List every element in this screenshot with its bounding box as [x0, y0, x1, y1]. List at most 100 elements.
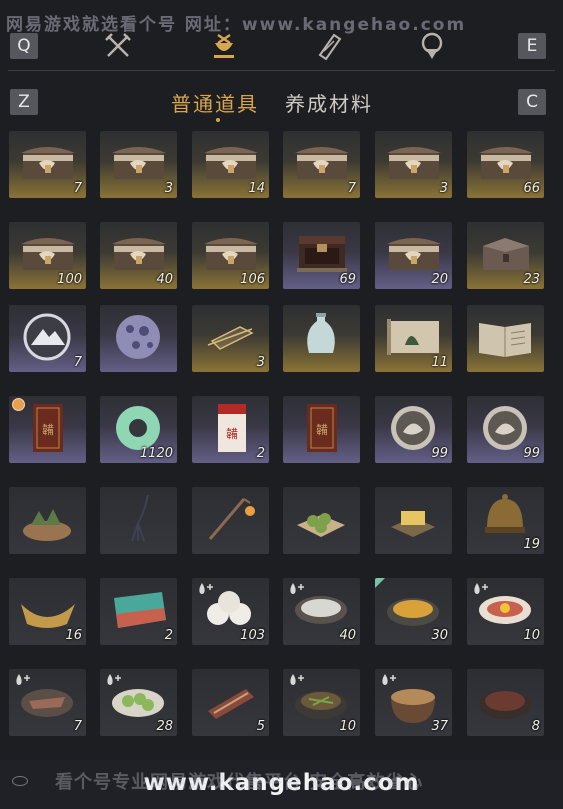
golden-cake-icon — [383, 493, 444, 545]
inventory-slot[interactable] — [283, 487, 360, 554]
inventory-slot[interactable]: 2 — [100, 578, 177, 645]
inventory-slot[interactable]: 7 — [9, 669, 86, 736]
item-count: 19 — [523, 537, 540, 552]
item-count: 7 — [73, 719, 82, 734]
inventory-slot[interactable]: 3 — [375, 131, 452, 198]
inventory-slot[interactable] — [192, 487, 269, 554]
item-count: 3 — [164, 181, 173, 196]
rainbow-stone-icon — [108, 584, 169, 636]
water-drop-icon — [196, 581, 216, 595]
watermark-top: 网易游戏就选看个号 网址：www.kangehao.com — [6, 15, 467, 35]
inventory-slot[interactable]: 韛2 — [192, 396, 269, 463]
water-drop-icon — [104, 672, 124, 686]
item-count: 1120 — [139, 446, 173, 461]
inventory-slot[interactable] — [100, 487, 177, 554]
item-count: 7 — [73, 181, 82, 196]
inventory-slot[interactable] — [375, 487, 452, 554]
inventory-slot[interactable]: 3 — [100, 131, 177, 198]
mountain-emblem-icon — [17, 311, 78, 363]
item-count: 40 — [339, 628, 356, 643]
inventory-slot[interactable]: 20 — [375, 222, 452, 289]
water-drop-icon — [287, 581, 307, 595]
inventory-slot[interactable]: 10 — [467, 578, 544, 645]
nav-divider — [8, 70, 555, 71]
inventory-slot[interactable]: 3 — [192, 305, 269, 372]
inventory-slot[interactable]: 37 — [375, 669, 452, 736]
inventory-slot[interactable]: 23 — [467, 222, 544, 289]
inventory-slot[interactable]: 103 — [192, 578, 269, 645]
item-count: 11 — [431, 355, 448, 370]
item-count: 106 — [240, 272, 265, 287]
inventory-slot[interactable]: 韛 — [283, 396, 360, 463]
svg-text:韛: 韛 — [42, 423, 54, 437]
item-count: 23 — [523, 272, 540, 287]
item-count: 8 — [531, 719, 540, 734]
item-count: 2 — [164, 628, 173, 643]
treasure-chest-icon — [383, 137, 444, 189]
water-drop-icon — [287, 672, 307, 686]
inventory-slot[interactable] — [9, 487, 86, 554]
item-count: 40 — [156, 272, 173, 287]
inventory-slot[interactable]: 99 — [467, 396, 544, 463]
watermark-bottom-sub: 看个号专业网易游戏代售平台 安全高效省心 — [55, 772, 424, 793]
water-drop-icon — [379, 672, 399, 686]
water-drop-icon — [471, 581, 491, 595]
item-count: 37 — [431, 719, 448, 734]
inventory-slot[interactable]: 28 — [100, 669, 177, 736]
red-envelope-white-icon: 韛 — [200, 402, 261, 454]
inventory-slot[interactable]: 66 — [467, 131, 544, 198]
item-count: 30 — [431, 628, 448, 643]
treasure-chest-icon — [108, 137, 169, 189]
item-count: 7 — [73, 355, 82, 370]
inventory-slot[interactable] — [100, 305, 177, 372]
inventory-slot[interactable]: 100 — [9, 222, 86, 289]
inventory-slot[interactable]: 16 — [9, 578, 86, 645]
inventory-slot[interactable]: 7 — [9, 131, 86, 198]
crystal-orb-icon — [108, 311, 169, 363]
inventory-slot[interactable] — [283, 305, 360, 372]
item-count: 3 — [439, 181, 448, 196]
water-drop-icon — [13, 672, 33, 686]
inventory-slot[interactable]: 5 — [192, 669, 269, 736]
eye-icon — [12, 776, 28, 786]
green-dumplings-icon — [291, 493, 352, 545]
item-count: 103 — [240, 628, 265, 643]
crossed-swords-icon[interactable] — [102, 30, 134, 62]
svg-text:韛: 韛 — [316, 423, 328, 437]
new-marker-icon — [375, 578, 385, 588]
inventory-slot[interactable]: 10 — [283, 669, 360, 736]
inventory-slot[interactable]: 40 — [283, 578, 360, 645]
badge-icon[interactable] — [416, 30, 448, 62]
item-count: 28 — [156, 719, 173, 734]
inventory-slot[interactable]: 30 — [375, 578, 452, 645]
inventory-slot[interactable]: 99 — [375, 396, 452, 463]
watermark-bottom: 看个号专业网易游戏代售平台 安全高效省心 www.kangehao.com — [0, 760, 563, 809]
inventory-slot[interactable]: 7 — [283, 131, 360, 198]
inventory-slot[interactable]: 1120 — [100, 396, 177, 463]
item-count: 100 — [57, 272, 82, 287]
red-envelope-card-icon: 韛 — [17, 402, 78, 454]
inventory-slot[interactable]: 106 — [192, 222, 269, 289]
inventory-slot[interactable]: 69 — [283, 222, 360, 289]
inventory-slot[interactable]: 11 — [375, 305, 452, 372]
inventory-slot[interactable]: 7 — [9, 305, 86, 372]
scroll-icon[interactable] — [313, 30, 345, 62]
item-count: 16 — [65, 628, 82, 643]
pouch-icon[interactable] — [208, 30, 240, 62]
item-count: 14 — [248, 181, 265, 196]
inventory-slot[interactable]: 韛 — [9, 396, 86, 463]
inventory-slot[interactable]: 8 — [467, 669, 544, 736]
inventory-slot[interactable]: 19 — [467, 487, 544, 554]
tab-common-items[interactable]: 普通道具 — [171, 88, 259, 117]
inventory-slot[interactable] — [467, 305, 544, 372]
grilled-meat-icon — [200, 675, 261, 727]
porcelain-vase-icon — [291, 311, 352, 363]
inventory-slot[interactable]: 14 — [192, 131, 269, 198]
key-q-button[interactable]: Q — [10, 33, 38, 59]
key-e-button[interactable]: E — [518, 33, 546, 59]
tab-growth-materials[interactable]: 养成材料 — [285, 88, 373, 117]
item-count: 69 — [339, 272, 356, 287]
item-count: 3 — [256, 355, 265, 370]
inventory-slot[interactable]: 40 — [100, 222, 177, 289]
item-count: 99 — [523, 446, 540, 461]
